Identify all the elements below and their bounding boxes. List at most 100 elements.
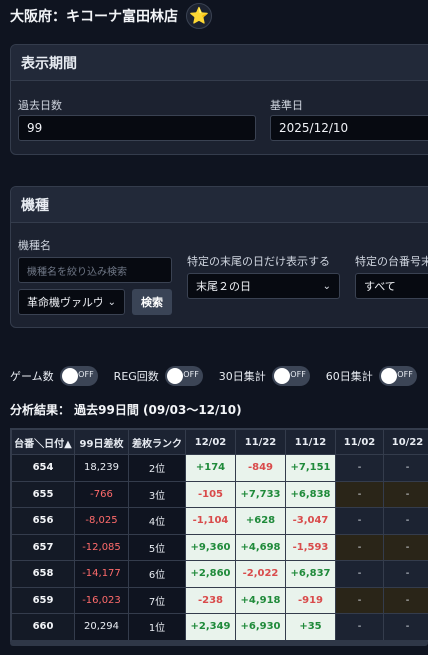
toggle-knob [380,368,397,384]
total-diff-cell: 18,239 [74,454,129,482]
total-diff-cell: -16,023 [74,586,129,614]
column-header-date[interactable]: 10/22 [383,429,428,455]
store-name: 大阪府：キコーナ富田林店 [10,9,178,25]
page-header: 大阪府：キコーナ富田林店 ⭐ [10,3,212,29]
rank-cell: 7位 [128,586,186,614]
toggle-games[interactable]: OFF [59,366,98,386]
daily-diff-cell: +6,930 [235,613,286,641]
daily-diff-cell: +6,838 [285,480,336,508]
column-header-99day-diff[interactable]: 99日差枚 [74,429,129,455]
daily-diff-cell: - [383,560,428,588]
table-row: 659 -16,023 7位 -238 +4,918 -919- - [11,586,428,614]
toggle-knob [273,368,290,384]
total-diff-cell: -766 [74,480,129,508]
daily-diff-cell: +4,698 [235,533,286,561]
base-date-label: 基準日 [270,99,303,112]
unit-number-cell: 659 [11,586,75,614]
machine-name-label: 機種名 [18,239,51,252]
toggle-state: OFF [290,370,306,379]
daily-diff-cell: - [335,480,384,508]
daily-diff-cell: -1,593 [285,533,336,561]
machine-select[interactable]: 革命機ヴァルヴレイヴ ⌄ [18,289,125,315]
base-date-input[interactable]: 2025/12/10 [270,115,428,141]
daily-diff-cell: - [383,533,428,561]
daily-diff-cell: - [335,507,384,535]
daily-diff-cell: - [383,480,428,508]
machine-name-search-input[interactable]: 機種名を絞り込み検索 [18,257,172,283]
unit-number-cell: 655 [11,480,75,508]
rank-cell: 1位 [128,613,186,641]
column-header-date[interactable]: 12/02 [185,429,236,455]
daily-diff-cell: +7,151 [285,454,336,482]
machine-name-placeholder: 機種名を絞り込み検索 [27,266,127,278]
toggle-60day[interactable]: OFF [378,366,417,386]
daily-diff-cell: -105 [185,480,236,508]
unit-suffix-label: 特定の台番号末 [355,255,428,268]
toggle-label-reg: REG回数 [113,370,159,383]
chevron-down-icon: ⌄ [107,296,116,308]
column-header-date[interactable]: 11/22 [235,429,286,455]
daily-diff-cell: - [335,586,384,614]
daily-diff-cell: +7,733 [235,480,286,508]
daily-diff-cell: - [335,454,384,482]
unit-suffix-select[interactable]: すべて [355,273,428,299]
rank-cell: 4位 [128,507,186,535]
machine-select-value: 革命機ヴァルヴレイヴ [27,296,102,309]
column-header-date[interactable]: 11/12 [285,429,336,455]
table-row: 660 20,294 1位 +2,349 +6,930 +35- - [11,613,428,641]
daily-diff-cell: -3,047 [285,507,336,535]
toggle-state: OFF [183,370,199,379]
total-diff-cell: -12,085 [74,533,129,561]
total-diff-cell: -8,025 [74,507,129,535]
suffix-day-value: 末尾２の日 [196,280,251,293]
analysis-summary: 分析結果： 過去99日間 (09/03〜12/10) [10,403,242,417]
unit-number-cell: 658 [11,560,75,588]
toggle-30day[interactable]: OFF [271,366,310,386]
rank-cell: 3位 [128,480,186,508]
toggle-label-30day: 30日集計 [218,370,266,383]
daily-diff-cell: -849 [235,454,286,482]
daily-diff-cell: +9,360 [185,533,236,561]
column-header-date[interactable]: 11/02 [335,429,384,455]
daily-diff-cell: +35 [285,613,336,641]
results-table: 台番＼日付▲ 99日差枚 差枚ランク 12/02 11/22 11/12 11/… [11,429,428,641]
table-row: 656 -8,025 4位 -1,104 +628 -3,047- - [11,507,428,535]
suffix-filter-label: 特定の末尾の日だけ表示する [187,255,330,268]
column-header-unit-sort[interactable]: 台番＼日付▲ [11,429,75,455]
daily-diff-cell: +628 [235,507,286,535]
toggle-reg[interactable]: OFF [164,366,203,386]
rank-cell: 6位 [128,560,186,588]
daily-diff-cell: -919 [285,586,336,614]
toggle-label-games: ゲーム数 [10,370,54,383]
toggle-label-60day: 60日集計 [325,370,373,383]
column-header-rank[interactable]: 差枚ランク [128,429,186,455]
period-title: 表示期間 [11,45,428,81]
unit-suffix-value: すべて [364,280,396,293]
favorite-star-icon[interactable]: ⭐ [186,3,212,29]
toggle-bar: ゲーム数 OFF REG回数 OFF 30日集計 OFF 60日集計 OFF 9 [10,366,428,386]
daily-diff-cell: -1,104 [185,507,236,535]
rank-cell: 2位 [128,454,186,482]
unit-number-cell: 657 [11,533,75,561]
daily-diff-cell: - [383,613,428,641]
days-input[interactable]: 99 [18,115,256,141]
daily-diff-cell: +2,349 [185,613,236,641]
suffix-day-select[interactable]: 末尾２の日 ⌄ [187,273,340,299]
daily-diff-cell: - [383,507,428,535]
daily-diff-cell: +174 [185,454,236,482]
table-row: 658 -14,177 6位 +2,860 -2,022 +6,837- - [11,560,428,588]
period-panel: 表示期間 過去日数 99 基準日 2025/12/10 [10,44,428,155]
horizontal-scrollbar[interactable] [10,640,428,646]
unit-number-cell: 656 [11,507,75,535]
toggle-knob [61,368,78,384]
daily-diff-cell: - [335,613,384,641]
daily-diff-cell: -238 [185,586,236,614]
toggle-state: OFF [397,370,413,379]
machine-title: 機種 [11,187,428,223]
search-button[interactable]: 検索 [132,289,172,315]
total-diff-cell: 20,294 [74,613,129,641]
table-row: 655 -766 3位 -105 +7,733 +6,838- - [11,480,428,508]
daily-diff-cell: - [383,454,428,482]
daily-diff-cell: - [383,586,428,614]
unit-number-cell: 660 [11,613,75,641]
